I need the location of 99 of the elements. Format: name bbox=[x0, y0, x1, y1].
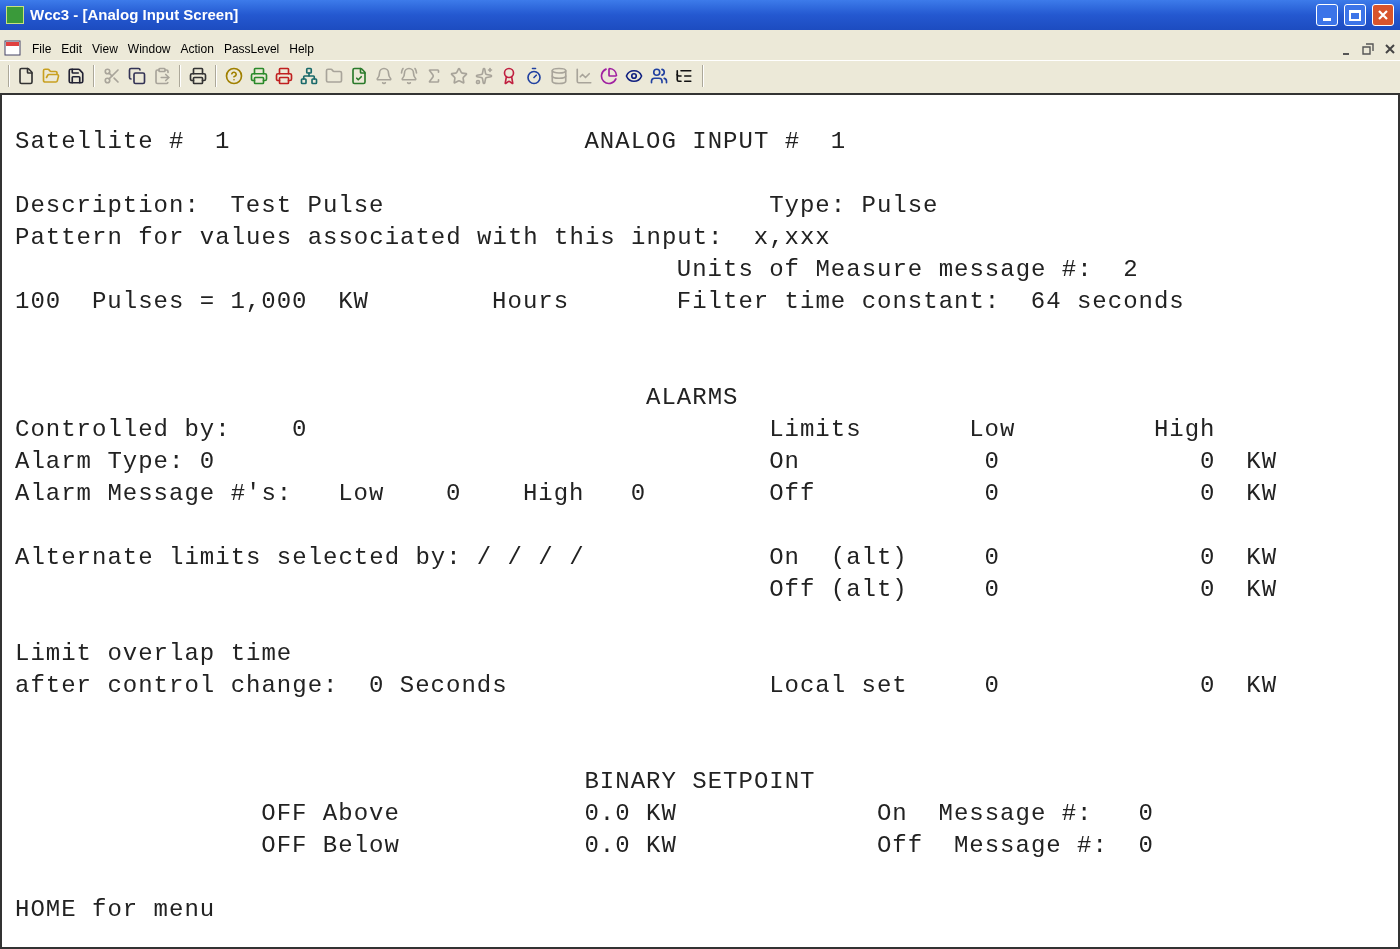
column-header: Limits bbox=[769, 418, 862, 442]
limit-low-value: 0 bbox=[984, 482, 1000, 506]
field-value: 100 bbox=[15, 290, 62, 314]
limit-high-value: 0 bbox=[1200, 578, 1216, 602]
window-title: Wcc3 - [Analog Input Screen] bbox=[30, 4, 240, 25]
field-value: 0 bbox=[369, 674, 385, 698]
field-label: Alarm Type: bbox=[15, 450, 185, 474]
field-value: x,xxx bbox=[753, 226, 831, 250]
field-label: Low bbox=[338, 482, 385, 506]
people-icon[interactable] bbox=[650, 66, 668, 85]
screen-heading: ANALOG INPUT # bbox=[584, 130, 801, 154]
menu-item[interactable]: File bbox=[32, 40, 52, 58]
minimize-button[interactable] bbox=[1316, 4, 1338, 26]
limit-name: Local set bbox=[769, 674, 908, 698]
limit-name: On (alt) bbox=[769, 546, 908, 570]
copy-icon[interactable] bbox=[128, 66, 146, 85]
close-button[interactable] bbox=[1372, 4, 1394, 26]
pie-chart-icon[interactable] bbox=[600, 66, 618, 85]
document-check-icon[interactable] bbox=[350, 66, 368, 85]
app-icon bbox=[6, 6, 24, 24]
field-value: 0 bbox=[445, 482, 462, 506]
field-value: 0 bbox=[630, 482, 647, 506]
document-icon[interactable] bbox=[4, 40, 22, 58]
field-value: 2 bbox=[1123, 258, 1139, 282]
field-value: 0 bbox=[1138, 802, 1154, 826]
unit-label: KW bbox=[1246, 578, 1278, 602]
field-label: Limit overlap time bbox=[15, 642, 293, 666]
menu-item[interactable]: View bbox=[92, 40, 118, 58]
footer-hint: HOME for menu bbox=[15, 898, 216, 922]
maximize-button[interactable] bbox=[1344, 4, 1366, 26]
column-header: High bbox=[1153, 418, 1216, 442]
unit-label: KW bbox=[1246, 482, 1278, 506]
unit-label: KW bbox=[1246, 674, 1278, 698]
menu-item[interactable]: Action bbox=[180, 40, 214, 58]
limit-low-value: 0 bbox=[984, 546, 1000, 570]
new-file-icon[interactable] bbox=[17, 66, 35, 85]
menu-item[interactable]: Help bbox=[289, 40, 314, 58]
field-label: Filter time constant: bbox=[676, 290, 1001, 314]
child-close-icon[interactable] bbox=[1384, 43, 1396, 55]
field-label: Description: bbox=[15, 194, 200, 218]
child-restore-icon[interactable] bbox=[1362, 43, 1374, 55]
printer-icon[interactable] bbox=[275, 66, 293, 85]
field-label: On Message #: bbox=[876, 802, 1093, 826]
network-icon[interactable] bbox=[300, 66, 318, 85]
field-value: Test Pulse bbox=[230, 194, 385, 218]
limit-low-value: 0 bbox=[984, 450, 1000, 474]
limit-low-value: 0 bbox=[984, 674, 1000, 698]
unit-label: KW bbox=[1246, 450, 1278, 474]
unit-label: KW bbox=[646, 802, 677, 826]
help-icon[interactable] bbox=[225, 66, 243, 85]
field-value: 0.0 bbox=[584, 834, 631, 858]
printer-icon[interactable] bbox=[250, 66, 268, 85]
menu-item[interactable]: Edit bbox=[61, 40, 83, 58]
unit-label: KW bbox=[338, 290, 369, 314]
limit-name: Off (alt) bbox=[769, 578, 908, 602]
unit-label: Seconds bbox=[399, 674, 508, 698]
limit-high-value: 0 bbox=[1200, 450, 1216, 474]
close-icon bbox=[1377, 9, 1389, 21]
field-label: Satellite # bbox=[15, 130, 185, 154]
field-value: 1,000 bbox=[230, 290, 308, 314]
field-label: OFF Above bbox=[261, 802, 400, 826]
field-value: / / / / bbox=[476, 546, 585, 570]
section-heading: BINARY SETPOINT bbox=[584, 770, 816, 794]
limit-low-value: 0 bbox=[984, 578, 1000, 602]
field-label: Controlled by: bbox=[15, 418, 231, 442]
unit-label: seconds bbox=[1076, 290, 1185, 314]
column-header: Low bbox=[969, 418, 1016, 442]
section-heading: ALARMS bbox=[646, 386, 739, 410]
limit-high-value: 0 bbox=[1200, 674, 1216, 698]
field-value: 64 bbox=[1030, 290, 1062, 314]
unit-label: Hours bbox=[492, 290, 570, 314]
field-label: Units of Measure message #: bbox=[676, 258, 1093, 282]
field-label: High bbox=[522, 482, 585, 506]
limit-high-value: 0 bbox=[1200, 482, 1216, 506]
field-label: Alarm Message #'s: bbox=[15, 482, 293, 506]
save-icon[interactable] bbox=[67, 66, 85, 85]
limit-name: Off bbox=[769, 482, 816, 506]
unit-label: KW bbox=[1246, 546, 1278, 570]
field-value: 0 bbox=[292, 418, 308, 442]
field-label: Pulses = bbox=[91, 290, 216, 314]
field-label: Type: bbox=[769, 194, 847, 218]
limit-name: On bbox=[769, 450, 800, 474]
menu-item[interactable]: PassLevel bbox=[223, 40, 280, 58]
print-icon[interactable] bbox=[189, 66, 207, 85]
field-label: Pattern for values associated with this input: bbox=[15, 226, 724, 250]
field-value: 0 bbox=[1138, 834, 1154, 858]
field-value: 0.0 bbox=[584, 802, 631, 826]
field-value: Pulse bbox=[861, 194, 939, 218]
unit-label: KW bbox=[646, 834, 677, 858]
timer-icon[interactable] bbox=[525, 66, 543, 85]
menu-item[interactable]: Window bbox=[127, 40, 171, 58]
field-value: 1 bbox=[830, 130, 847, 154]
limit-high-value: 0 bbox=[1200, 546, 1216, 570]
field-value: 0 bbox=[199, 450, 216, 474]
field-label: after control change: bbox=[15, 674, 339, 698]
field-value: 1 bbox=[215, 130, 231, 154]
field-label: Off Message #: bbox=[876, 834, 1108, 858]
field-label: OFF Below bbox=[261, 834, 400, 858]
field-label: Alternate limits selected by: bbox=[15, 546, 462, 570]
